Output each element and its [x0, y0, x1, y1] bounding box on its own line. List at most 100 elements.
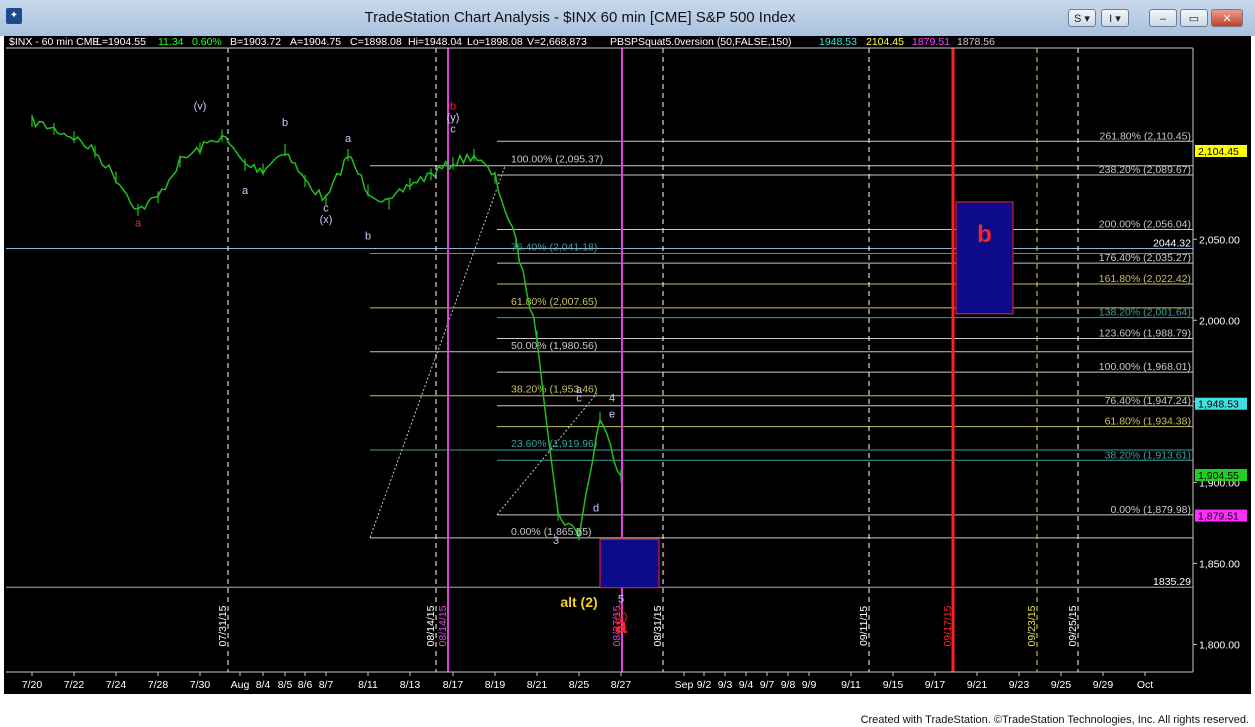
fib-left-label-4: 38.20% (1,953.46) — [511, 384, 597, 396]
wave-label-5: (x) — [320, 214, 333, 226]
fib-left-label-3: 50.00% (1,980.56) — [511, 340, 597, 352]
header-field-9: V=2,668,873 — [527, 36, 587, 48]
chart-background — [4, 36, 1251, 694]
fib-right-label-10: 38.20% (1,913.61) — [1105, 449, 1191, 461]
fib-right-label-6: 123.60% (1,988.79) — [1099, 327, 1191, 339]
wave-label-16: b — [576, 527, 582, 539]
fib-right-label-0: 261.80% (2,110.45) — [1100, 130, 1191, 142]
window-title: TradeStation Chart Analysis - $INX 60 mi… — [364, 9, 796, 26]
x-tick-label-31: Oct — [1137, 679, 1153, 691]
x-tick-label-14: 8/21 — [527, 679, 548, 691]
maximize-button[interactable]: ▭ — [1180, 9, 1208, 27]
y-tick-label-5: 1,800.00 — [1199, 639, 1240, 651]
x-tick-label-27: 9/21 — [967, 679, 988, 691]
header-field-13: 1879.51 — [912, 36, 950, 48]
minimize-button[interactable]: – — [1149, 9, 1177, 27]
x-tick-label-21: 9/7 — [760, 679, 775, 691]
x-tick-label-16: 8/27 — [611, 679, 632, 691]
axis-badge-label-0: 2,104.45 — [1198, 146, 1239, 158]
header-field-4: B=1903.72 — [230, 36, 281, 48]
fib-left-label-1: 76.40% (2,041.18) — [511, 242, 597, 254]
x-tick-label-0: 7/20 — [22, 679, 43, 691]
wave-label-1: (v) — [194, 101, 207, 113]
x-tick-label-6: 8/4 — [256, 679, 271, 691]
header-field-8: Lo=1898.08 — [467, 36, 523, 48]
window-titlebar: ✦ TradeStation Chart Analysis - $INX 60 … — [0, 0, 1255, 37]
axis-badge-label-3: 1,879.51 — [1198, 511, 1239, 523]
x-tick-label-7: 8/5 — [278, 679, 293, 691]
axis-badge-label-1: 1,948.53 — [1198, 399, 1239, 411]
x-tick-label-24: 9/11 — [841, 679, 861, 691]
target-box-0 — [955, 201, 1014, 315]
header-field-5: A=1904.75 — [290, 36, 341, 48]
x-tick-label-28: 9/23 — [1009, 679, 1030, 691]
wave-label-14: e — [609, 409, 615, 421]
level-label-1: 1835.29 — [1153, 576, 1191, 588]
maximize-icon: ▭ — [1188, 13, 1200, 25]
y-tick-label-4: 1,850.00 — [1199, 558, 1240, 570]
level-label-0: 2044.32 — [1153, 237, 1191, 249]
fib-left-label-2: 61.80% (2,007.65) — [511, 296, 597, 308]
date-line-label-7: 09/23/15 — [1026, 605, 1038, 646]
y-tick-label-0: 2,050.00 — [1199, 234, 1240, 246]
x-tick-label-29: 9/25 — [1051, 679, 1072, 691]
wave-label-3: b — [282, 117, 288, 129]
close-button[interactable]: ✕ — [1211, 9, 1243, 27]
s-menu-button[interactable]: S ▾ — [1068, 9, 1096, 27]
x-tick-label-10: 8/11 — [358, 679, 378, 691]
x-tick-label-1: 7/22 — [64, 679, 85, 691]
x-tick-label-5: Aug — [231, 679, 250, 691]
x-tick-label-4: 7/30 — [190, 679, 211, 691]
fib-right-label-2: 200.00% (2,056.04) — [1099, 218, 1191, 230]
y-tick-label-1: 2,000.00 — [1199, 315, 1240, 327]
header-field-6: C=1898.08 — [350, 36, 402, 48]
target-box-1 — [599, 538, 660, 589]
wave-label-8: b — [450, 101, 456, 113]
wave-label-0: a — [135, 217, 142, 229]
date-line-label-8: 09/25/15 — [1067, 605, 1079, 646]
x-tick-label-19: 9/3 — [718, 679, 733, 691]
header-field-11: 1948.53 — [819, 36, 857, 48]
x-tick-label-26: 9/17 — [925, 679, 946, 691]
i-menu-label: I — [1109, 13, 1113, 25]
footer-credit: Created with TradeStation. ©TradeStation… — [860, 714, 1249, 726]
i-menu-button[interactable]: I ▾ — [1101, 9, 1129, 27]
fib-left-label-5: 23.60% (1,919.96) — [511, 438, 597, 450]
axis-badge-label-2: 1,904.55 — [1198, 470, 1239, 482]
header-field-10: PBSPSquat5.0version (50,FALSE,150) — [610, 36, 792, 48]
x-tick-label-9: 8/7 — [319, 679, 334, 691]
x-tick-label-2: 7/24 — [106, 679, 127, 691]
x-tick-label-23: 9/9 — [802, 679, 817, 691]
x-tick-label-20: 9/4 — [739, 679, 754, 691]
date-line-label-4: 08/31/15 — [652, 605, 664, 646]
x-tick-label-30: 9/29 — [1093, 679, 1114, 691]
wave-label-12: c — [576, 392, 582, 404]
header-field-7: Hi=1948.04 — [408, 36, 462, 48]
x-tick-label-12: 8/17 — [443, 679, 464, 691]
price-chart[interactable]: 100.00% (2,095.37) 76.40% (2,041.18) 61.80… — [0, 36, 1255, 709]
date-line-label-5: 09/11/15 — [858, 606, 870, 646]
fib-right-label-5: 138.20% (2,001.64) — [1099, 307, 1191, 319]
wave-label-7: b — [365, 230, 371, 242]
wave-label-20: c — [618, 600, 624, 612]
fib-right-label-4: 161.80% (2,022.42) — [1099, 273, 1191, 285]
wave-label-9: (y) — [447, 112, 460, 124]
close-icon: ✕ — [1222, 13, 1232, 25]
x-tick-label-22: 9/8 — [781, 679, 796, 691]
s-menu-label: S — [1074, 13, 1082, 25]
fib-right-label-9: 61.80% (1,934.38) — [1105, 416, 1191, 428]
x-tick-label-11: 8/13 — [400, 679, 421, 691]
fib-right-label-11: 0.00% (1,879.98) — [1110, 504, 1191, 516]
wave-label-18: alt (2) — [560, 594, 597, 610]
x-tick-label-8: 8/6 — [298, 679, 313, 691]
minimize-icon: – — [1159, 13, 1167, 25]
fib-right-label-3: 176.40% (2,035.27) — [1099, 252, 1191, 264]
x-tick-label-13: 8/19 — [485, 679, 506, 691]
date-line-label-0: 07/31/15 — [217, 605, 229, 646]
x-tick-label-18: 9/2 — [697, 679, 712, 691]
wave-label-4: c — [323, 203, 329, 215]
target-box-label-0: b — [977, 221, 992, 248]
date-line-label-2: 08/14/15 — [437, 605, 449, 646]
wave-label-17: 3 — [553, 535, 559, 547]
header-field-1: L=1904.55 — [96, 36, 146, 48]
